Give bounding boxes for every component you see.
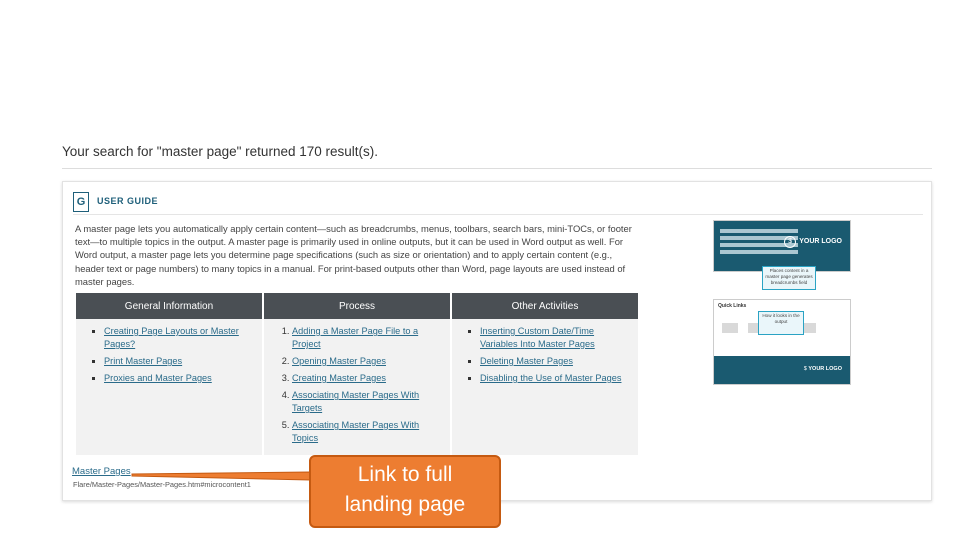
annotation-text-line2: landing page [344, 493, 466, 516]
annotation-callout: Link to full landing page [309, 455, 501, 528]
annotation-text-line1: Link to full [357, 463, 453, 486]
